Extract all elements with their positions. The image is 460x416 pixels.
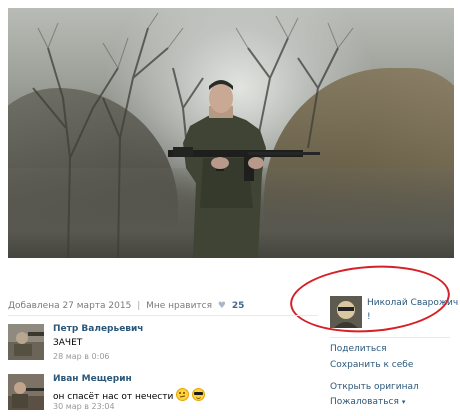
comment-time[interactable]: 30 мар в 23:04 <box>53 402 115 411</box>
report-link-label[interactable]: Пожаловаться <box>330 397 399 407</box>
meta-divider <box>8 315 318 316</box>
soldier-figure <box>168 80 320 258</box>
like-count[interactable]: 25 <box>232 301 245 311</box>
photo-viewer-image[interactable] <box>8 8 454 258</box>
open-original-link[interactable]: Открыть оригинал <box>330 382 419 392</box>
comment-author[interactable]: Иван Мещерин <box>53 374 132 384</box>
meta-separator: | <box>137 301 141 311</box>
report-link[interactable]: Пожаловаться ▾ <box>330 397 405 407</box>
owner-avatar[interactable] <box>330 296 362 328</box>
comment-item: Петр Валерьевич ЗАЧЕТ 28 мар в 0:06 <box>8 324 318 364</box>
comment-text: ЗАЧЕТ <box>53 338 83 348</box>
owner-mark: ! <box>367 312 371 322</box>
comment-time[interactable]: 28 мар в 0:06 <box>53 352 110 361</box>
comment-text: он спасёт нас от нечести <box>53 388 206 402</box>
photo-meta-row: Добавлена 27 марта 2015 | Мне нравится ♥… <box>8 301 244 311</box>
comment-item: Иван Мещерин он спасёт нас от нечести 30… <box>8 374 318 414</box>
comment-text-body: он спасёт нас от нечести <box>53 392 174 402</box>
like-button[interactable]: Мне нравится <box>146 301 212 311</box>
sunglasses-face-icon <box>192 388 206 401</box>
owner-name[interactable]: Николай Сварожич <box>367 298 458 308</box>
heart-icon[interactable]: ♥ <box>218 301 226 311</box>
save-to-self-link[interactable]: Сохранить к себе <box>330 360 413 370</box>
added-date: Добавлена 27 марта 2015 <box>8 301 132 311</box>
thinking-face-icon <box>176 388 190 401</box>
comment-author[interactable]: Петр Валерьевич <box>53 324 143 334</box>
commenter-avatar[interactable] <box>8 324 44 360</box>
sidebar-divider <box>330 337 450 338</box>
share-link[interactable]: Поделиться <box>330 344 387 354</box>
commenter-avatar[interactable] <box>8 374 44 410</box>
chevron-down-icon[interactable]: ▾ <box>402 398 406 406</box>
